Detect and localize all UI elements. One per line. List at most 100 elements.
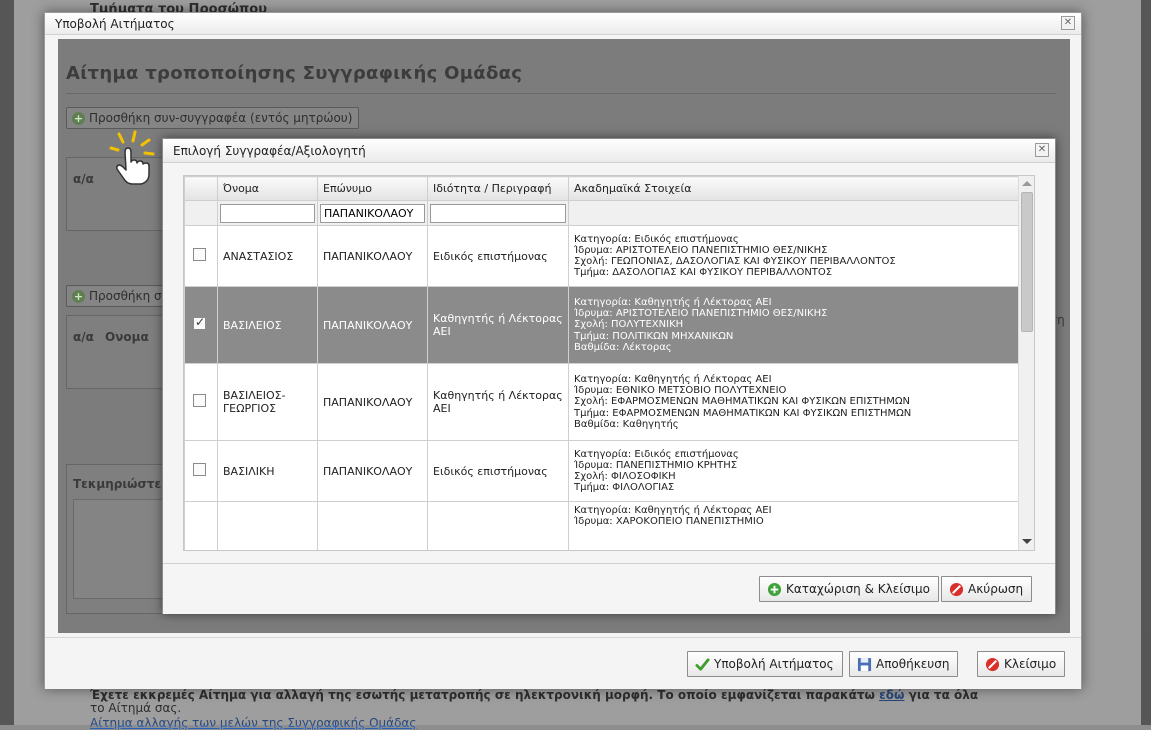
row-select-cell <box>184 363 218 441</box>
academic-details-cell: Κατηγορία: Ειδικός επιστήμονας Ίδρυμα: Π… <box>568 440 1019 502</box>
dialog-title: Υποβολή Αιτήματος <box>55 17 175 31</box>
first-name-cell: ΒΑΣΙΛΕΙΟΣ-ΓΕΩΡΓΙΟΣ <box>217 363 318 441</box>
close-label: Κλείσιμο <box>1004 657 1057 671</box>
row-select-cell <box>184 501 218 550</box>
detail-line: Σχολή: ΕΦΑΡΜΟΣΜΕΝΩΝ ΜΑΘΗΜΑΤΙΚΩΝ ΚΑΙ ΦΥΣΙ… <box>574 396 910 408</box>
column-header-description[interactable]: Ιδιότητα / Περιγραφή <box>427 176 569 201</box>
scroll-up-icon[interactable] <box>1022 181 1032 186</box>
dialog-footer: Καταχώριση & Κλείσιμο Ακύρωση <box>163 563 1055 614</box>
filter-cell <box>427 200 569 226</box>
detail-line: Τμήμα: ΕΦΑΡΜΟΣΜΕΝΩΝ ΜΑΘΗΜΑΤΙΚΩΝ ΚΑΙ ΦΥΣΙ… <box>574 407 912 419</box>
academic-details-cell: Κατηγορία: Ειδικός επιστήμονας Ίδρυμα: Α… <box>568 225 1019 287</box>
authors-table: Όνομα Επώνυμο Ιδιότητα / Περιγραφή Ακαδη… <box>184 176 1019 550</box>
table-row[interactable]: ΒΑΣΙΛΙΚΗ ΠΑΠΑΝΙΚΟΛΑΟΥ Ειδικός επιστήμονα… <box>184 440 1019 502</box>
filter-cell-empty <box>568 200 1019 226</box>
detail-line: Σχολή: ΠΟΛΥΤΕΧΝΙΚΗ <box>574 319 684 331</box>
row-checkbox[interactable] <box>193 463 206 476</box>
floppy-disk-icon <box>857 657 872 672</box>
cancel-icon <box>949 582 964 597</box>
last-name-cell: ΠΑΠΑΝΙΚΟΛΑΟΥ <box>317 363 428 441</box>
table-row[interactable]: Κατηγορία: Καθηγητής ή Λέκτορας ΑΕΙ Ίδρυ… <box>184 501 1019 550</box>
detail-line: Κατηγορία: Καθηγητής ή Λέκτορας ΑΕΙ <box>574 505 772 516</box>
grid-scrollbar[interactable] <box>1018 176 1034 550</box>
first-name-cell: ΑΝΑΣΤΑΣΙΟΣ <box>217 225 318 287</box>
description-filter-input[interactable] <box>430 203 566 223</box>
select-author-dialog: Επιλογή Συγγραφέα/Αξιολογητή ✕ Όνομα Επώ… <box>162 138 1056 614</box>
table-header-index: α/α <box>73 172 94 186</box>
row-select-cell <box>184 286 218 364</box>
scroll-down-icon[interactable] <box>1022 539 1032 544</box>
save-button[interactable]: Αποθήκευση <box>849 651 959 677</box>
select-column-header <box>184 176 218 201</box>
cancel-icon <box>985 657 1000 672</box>
close-icon[interactable]: ✕ <box>1035 143 1049 157</box>
academic-details-cell: Κατηγορία: Καθηγητής ή Λέκτορας ΑΕΙ Ίδρυ… <box>568 501 1019 550</box>
detail-line: Σχολή: ΦΙΛΟΣΟΦΙΚΗ <box>574 471 676 482</box>
detail-line: Ίδρυμα: ΑΡΙΣΤΟΤΕΛΕΙΟ ΠΑΝΕΠΙΣΤΗΜΙΟ ΘΕΣ/ΝΙ… <box>574 308 828 320</box>
submit-request-button[interactable]: Υποβολή Αιτήματος <box>687 651 843 677</box>
filter-cell-empty <box>184 200 218 226</box>
table-header-index: α/α <box>73 330 94 344</box>
add-other-coauthor-button[interactable]: + Προσθήκη σ <box>66 285 176 307</box>
detail-line: Τμήμα: ΠΟΛΙΤΙΚΩΝ ΜΗΧΑΝΙΚΩΝ <box>574 330 734 342</box>
detail-line: Κατηγορία: Ειδικός επιστήμονας <box>574 448 739 460</box>
save-and-close-button[interactable]: Καταχώριση & Κλείσιμο <box>759 576 939 602</box>
add-internal-coauthor-button[interactable]: + Προσθήκη συν-συγγραφέα (εντός μητρώου) <box>66 107 360 129</box>
last-name-filter-input[interactable] <box>320 203 425 223</box>
description-cell: Καθηγητής ή Λέκτορας ΑΕΙ <box>427 363 569 441</box>
table-row[interactable]: ΒΑΣΙΛΕΙΟΣ-ΓΕΩΡΓΙΟΣ ΠΑΠΑΝΙΚΟΛΑΟΥ Καθηγητή… <box>184 363 1019 441</box>
detail-line: Τμήμα: ΦΙΛΟΛΟΓΙΑΣ <box>574 482 675 494</box>
description-cell <box>427 501 569 550</box>
table-row[interactable]: ΑΝΑΣΤΑΣΙΟΣ ΠΑΠΑΝΙΚΟΛΑΟΥ Ειδικός επιστήμο… <box>184 225 1019 287</box>
description-cell: Ειδικός επιστήμονας <box>427 225 569 287</box>
column-header-last-name[interactable]: Επώνυμο <box>317 176 428 201</box>
row-checkbox[interactable] <box>193 248 206 261</box>
last-name-cell <box>317 501 428 550</box>
first-name-filter-input[interactable] <box>220 203 315 223</box>
dialog-titlebar: Επιλογή Συγγραφέα/Αξιολογητή ✕ <box>163 139 1055 163</box>
table-row-selected[interactable]: ΒΑΣΙΛΕΙΟΣ ΠΑΠΑΝΙΚΟΛΑΟΥ Καθηγητής ή Λέκτο… <box>184 286 1019 364</box>
detail-line: Βαθμίδα: Καθηγητής <box>574 418 679 430</box>
cancel-button[interactable]: Ακύρωση <box>941 576 1033 602</box>
table-header-name: Ονομα <box>105 330 149 344</box>
save-label: Αποθήκευση <box>876 657 950 671</box>
last-name-cell: ΠΑΠΑΝΙΚΟΛΑΟΥ <box>317 286 428 364</box>
row-select-cell <box>184 440 218 502</box>
heading-divider <box>66 93 1056 94</box>
detail-line: Ίδρυμα: ΕΘΝΙΚΟ ΜΕΤΣΟΒΙΟ ΠΟΛΥΤΕΧΝΕΙΟ <box>574 385 787 397</box>
plus-icon: + <box>72 112 85 125</box>
cancel-label: Ακύρωση <box>968 582 1024 596</box>
submit-label: Υποβολή Αιτήματος <box>714 657 834 671</box>
add-internal-label: Προσθήκη συν-συγγραφέα (εντός μητρώου) <box>89 111 353 125</box>
first-name-cell: ΒΑΣΙΛΕΙΟΣ <box>217 286 318 364</box>
last-name-cell: ΠΑΠΑΝΙΚΟΛΑΟΥ <box>317 440 428 502</box>
academic-details-cell: Κατηγορία: Καθηγητής ή Λέκτορας ΑΕΙ Ίδρυ… <box>568 363 1019 441</box>
detail-line: Κατηγορία: Ειδικός επιστήμονας <box>574 233 739 245</box>
description-cell: Καθηγητής ή Λέκτορας ΑΕΙ <box>427 286 569 364</box>
column-header-first-name[interactable]: Όνομα <box>217 176 318 201</box>
column-header-academic[interactable]: Ακαδημαϊκά Στοιχεία <box>568 176 1019 201</box>
plus-icon: + <box>72 290 85 303</box>
detail-line: Ίδρυμα: ΧΑΡΟΚΟΠΕΙΟ ΠΑΝΕΠΙΣΤΗΜΙΟ <box>574 516 764 528</box>
filter-row <box>184 200 1019 226</box>
filter-cell <box>217 200 318 226</box>
scrollbar-thumb[interactable] <box>1021 192 1033 332</box>
table-header-row: Όνομα Επώνυμο Ιδιότητα / Περιγραφή Ακαδη… <box>184 176 1019 201</box>
detail-line: Κατηγορία: Καθηγητής ή Λέκτορας ΑΕΙ <box>574 296 772 308</box>
dialog-title: Επιλογή Συγγραφέα/Αξιολογητή <box>173 144 366 158</box>
add-icon <box>767 582 782 597</box>
close-icon[interactable]: ✕ <box>1061 16 1075 30</box>
row-select-cell <box>184 225 218 287</box>
last-name-cell: ΠΑΠΑΝΙΚΟΛΑΟΥ <box>317 225 428 287</box>
row-checkbox-checked[interactable] <box>193 315 206 330</box>
filter-cell <box>317 200 428 226</box>
hand-cursor-icon <box>109 130 155 185</box>
first-name-cell: ΒΑΣΙΛΙΚΗ <box>217 440 318 502</box>
dialog-footer: Υποβολή Αιτήματος Αποθήκευση Κλείσιμο <box>45 637 1081 689</box>
close-button[interactable]: Κλείσιμο <box>977 651 1066 677</box>
detail-line: Σχολή: ΓΕΩΠΟΝΙΑΣ, ΔΑΣΟΛΟΓΙΑΣ ΚΑΙ ΦΥΣΙΚΟΥ… <box>574 256 896 267</box>
detail-line: Ίδρυμα: ΑΡΙΣΤΟΤΕΛΕΙΟ ΠΑΝΕΠΙΣΤΗΜΙΟ ΘΕΣ/ΝΙ… <box>574 244 828 256</box>
row-checkbox[interactable] <box>193 394 206 407</box>
authors-grid: Όνομα Επώνυμο Ιδιότητα / Περιγραφή Ακαδη… <box>183 175 1035 551</box>
dialog-titlebar: Υποβολή Αιτήματος ✕ <box>45 13 1081 35</box>
